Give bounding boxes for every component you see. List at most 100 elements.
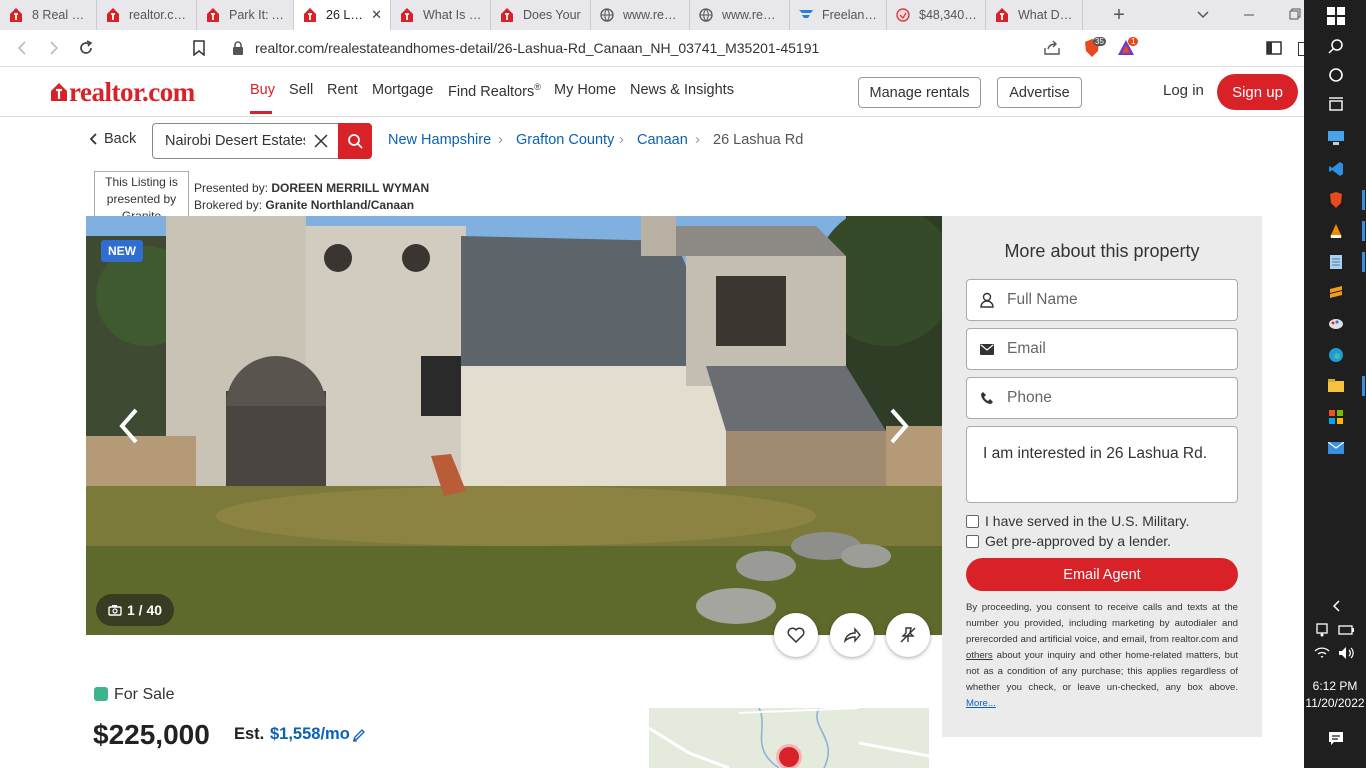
lock-icon[interactable]: [232, 41, 244, 60]
browser-tab[interactable]: Does Your: [491, 0, 591, 30]
browser-tab[interactable]: $48,340 to: [887, 0, 986, 30]
manage-rentals-button[interactable]: Manage rentals: [858, 77, 981, 108]
bookmark-icon[interactable]: [192, 40, 206, 61]
login-link[interactable]: Log in: [1163, 82, 1204, 99]
file-explorer-icon[interactable]: [1326, 376, 1346, 396]
prev-photo-arrow-icon[interactable]: [114, 406, 144, 451]
advertise-button[interactable]: Advertise: [997, 77, 1082, 108]
disclaimer-more-link[interactable]: More...: [966, 698, 996, 709]
browser-tab[interactable]: What Does: [986, 0, 1083, 30]
show-hidden-icons-chevron[interactable]: [1326, 596, 1346, 616]
browser-tab[interactable]: www.realto: [591, 0, 690, 30]
browser-tab[interactable]: 8 Real Estat: [0, 0, 97, 30]
nav-mortgage[interactable]: Mortgage: [372, 82, 433, 98]
save-listing-button[interactable]: [774, 613, 818, 657]
battery-icon[interactable]: [1338, 623, 1356, 641]
nav-find-realtors[interactable]: Find Realtors®: [448, 82, 541, 100]
mail-icon[interactable]: [1326, 438, 1346, 458]
browser-tab[interactable]: Freelancer: [790, 0, 887, 30]
search-input[interactable]: Nairobi Desert Estates: [165, 133, 305, 149]
taskbar-search-icon[interactable]: [1326, 36, 1346, 56]
clear-search-icon[interactable]: [314, 134, 328, 148]
vscode-icon[interactable]: [1326, 159, 1346, 179]
photo-counter[interactable]: 1 / 40: [96, 594, 175, 626]
hide-listing-button[interactable]: [886, 613, 930, 657]
edge-icon[interactable]: [1326, 345, 1346, 365]
message-field[interactable]: I am interested in 26 Lashua Rd.: [966, 426, 1238, 503]
browser-tab-title: $48,340 to: [919, 8, 977, 22]
breadcrumb-city[interactable]: Canaan: [637, 132, 688, 148]
phone-field[interactable]: Phone: [966, 377, 1238, 419]
listing-photo[interactable]: NEW 1 / 40: [86, 216, 942, 635]
sublime-icon[interactable]: [1326, 283, 1346, 303]
tab-search-chevron-icon[interactable]: [1196, 8, 1210, 22]
preapproved-checkbox-row[interactable]: Get pre-approved by a lender.: [966, 533, 1171, 549]
browser-tab[interactable]: 26 Lash ✕: [294, 0, 391, 30]
store-icon[interactable]: [1326, 407, 1346, 427]
breadcrumb-state[interactable]: New Hampshire: [388, 132, 491, 148]
envelope-icon: [967, 343, 1007, 355]
minimize-icon[interactable]: [1242, 8, 1256, 22]
desktop-app-icon[interactable]: [1326, 128, 1346, 148]
breadcrumb-county[interactable]: Grafton County: [516, 132, 614, 148]
browser-tab[interactable]: realtor.com: [97, 0, 197, 30]
device-icon[interactable]: [1314, 623, 1330, 642]
brave-rewards-icon[interactable]: 1: [1116, 37, 1139, 58]
nav-news-insights[interactable]: News & Insights: [630, 82, 734, 98]
phone-placeholder: Phone: [1007, 389, 1052, 406]
disclaimer-part-2: about your inquiry and other home-relate…: [966, 650, 1238, 693]
military-checkbox[interactable]: [966, 514, 979, 528]
windows-start-icon[interactable]: [1326, 6, 1346, 26]
next-photo-arrow-icon[interactable]: [884, 406, 914, 451]
search-button[interactable]: [338, 123, 372, 159]
full-name-field[interactable]: Full Name: [966, 279, 1238, 321]
brave-shields-icon[interactable]: 35: [1082, 37, 1106, 58]
location-map[interactable]: [649, 708, 929, 768]
vlc-icon[interactable]: [1326, 221, 1346, 241]
nav-my-home[interactable]: My Home: [554, 82, 616, 98]
restore-icon[interactable]: [1288, 8, 1302, 22]
email-field[interactable]: Email: [966, 328, 1238, 370]
notifications-icon[interactable]: [1326, 729, 1346, 749]
wifi-icon[interactable]: [1314, 646, 1330, 665]
est-label: Est.: [234, 725, 265, 743]
brave-browser-icon[interactable]: [1326, 190, 1346, 210]
clock-date[interactable]: 11/20/2022: [1304, 696, 1366, 710]
new-tab-button[interactable]: +: [1105, 5, 1133, 25]
presented-by-agent[interactable]: DOREEN MERRILL WYMAN: [271, 181, 429, 195]
back-link[interactable]: Back: [88, 131, 136, 147]
preapproved-checkbox[interactable]: [966, 534, 979, 548]
back-arrow-icon[interactable]: [14, 40, 30, 61]
realtor-icon: [399, 7, 415, 23]
signup-button[interactable]: Sign up: [1217, 74, 1298, 110]
est-payment[interactable]: $1,558/mo: [270, 725, 350, 744]
notepad-icon[interactable]: [1326, 252, 1346, 272]
task-view-icon[interactable]: [1326, 95, 1346, 115]
cortana-icon[interactable]: [1326, 65, 1346, 85]
forward-arrow-icon[interactable]: [46, 40, 62, 61]
share-listing-button[interactable]: [830, 613, 874, 657]
message-text: I am interested in 26 Lashua Rd.: [983, 445, 1208, 462]
nav-sell[interactable]: Sell: [289, 82, 313, 98]
disclaimer-others-link[interactable]: others: [966, 650, 993, 661]
browser-tab[interactable]: What Is a P: [391, 0, 491, 30]
sidebar-toggle-icon[interactable]: [1266, 40, 1282, 61]
email-agent-button[interactable]: Email Agent: [966, 558, 1238, 591]
realtor-logo[interactable]: realtor.com: [50, 79, 195, 106]
military-checkbox-row[interactable]: I have served in the U.S. Military.: [966, 513, 1189, 529]
clock-time[interactable]: 6:12 PM: [1304, 679, 1366, 693]
freelancer-icon: [798, 7, 814, 23]
nav-buy[interactable]: Buy: [250, 82, 275, 98]
volume-icon[interactable]: [1338, 646, 1356, 665]
brave-badge: 35: [1093, 37, 1106, 46]
brokered-by-office[interactable]: Granite Northland/Canaan: [265, 198, 414, 212]
share-icon[interactable]: [1043, 40, 1061, 61]
paint-icon[interactable]: [1326, 314, 1346, 334]
url-text[interactable]: realtor.com/realestateandhomes-detail/26…: [255, 40, 819, 56]
close-tab-icon[interactable]: ✕: [371, 7, 382, 23]
reload-icon[interactable]: [78, 40, 94, 61]
nav-rent[interactable]: Rent: [327, 82, 358, 98]
pencil-icon[interactable]: [352, 728, 366, 747]
browser-tab[interactable]: Park It: A Re: [197, 0, 294, 30]
browser-tab[interactable]: www.realto: [690, 0, 790, 30]
